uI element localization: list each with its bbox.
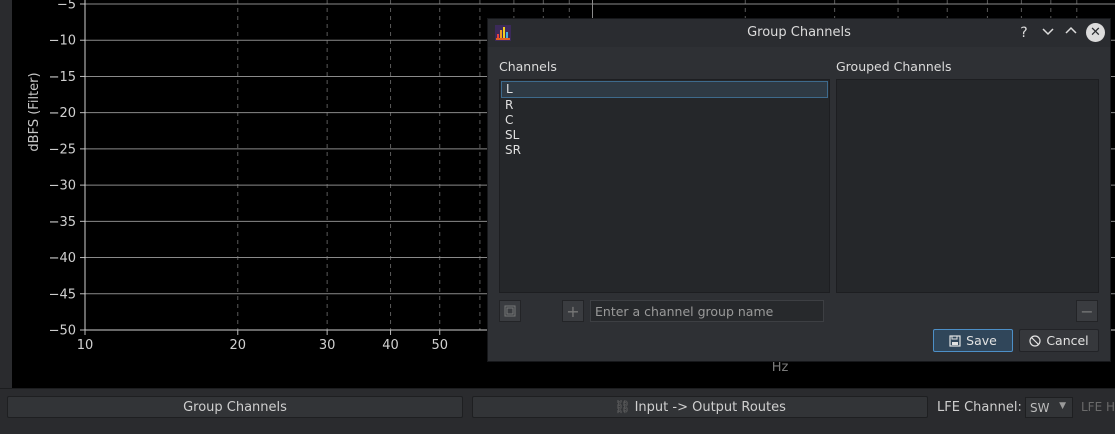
maximize-button[interactable]	[1061, 23, 1081, 43]
y-tick-label: −35	[49, 215, 76, 230]
group-icon	[504, 305, 516, 317]
lfe-channel-value: SW	[1030, 400, 1050, 415]
cancel-icon	[1029, 334, 1041, 347]
help-button[interactable]: ?	[1014, 23, 1034, 43]
x-tick-label: 10	[77, 338, 94, 353]
grouped-channels-label: Grouped Channels	[836, 59, 952, 74]
channels-label: Channels	[499, 59, 557, 74]
dialog-titlebar[interactable]: Group Channels ? ✕	[488, 19, 1110, 47]
y-tick-label: −25	[49, 142, 76, 157]
y-axis-label: dBFS (Filter)	[27, 72, 42, 151]
close-button[interactable]: ✕	[1086, 23, 1105, 42]
channel-item[interactable]: SL	[501, 128, 828, 143]
y-tick-label: −45	[49, 287, 76, 302]
x-axis-label: Hz	[772, 360, 789, 375]
group-channels-button[interactable]: Group Channels	[7, 396, 463, 418]
x-tick-label: 30	[319, 338, 336, 353]
minus-icon: −	[1080, 301, 1094, 321]
channel-item[interactable]: C	[501, 113, 828, 128]
channel-item[interactable]: SR	[501, 143, 828, 158]
ungroup-button[interactable]	[499, 300, 521, 322]
y-tick-label: −5	[57, 0, 76, 13]
remove-group-button[interactable]: −	[1076, 300, 1098, 322]
link-icon: ⛓	[614, 399, 631, 415]
add-group-button[interactable]: +	[562, 300, 584, 322]
group-name-input[interactable]	[590, 300, 824, 322]
y-tick-label: −30	[49, 179, 76, 194]
cancel-button[interactable]: Cancel	[1019, 329, 1099, 352]
close-icon: ✕	[1090, 25, 1101, 40]
channel-item[interactable]: R	[501, 98, 828, 113]
cancel-label: Cancel	[1046, 333, 1089, 348]
lfe-channel-select[interactable]: SW ▼	[1025, 397, 1073, 418]
x-tick-label: 50	[431, 338, 448, 353]
routes-label: Input -> Output Routes	[634, 399, 786, 415]
save-label: Save	[966, 333, 997, 348]
chevron-up-icon	[1065, 26, 1077, 34]
lfe-h-label: LFE H	[1081, 400, 1115, 414]
y-tick-label: −10	[49, 34, 76, 49]
input-output-routes-button[interactable]: ⛓ Input -> Output Routes	[472, 396, 928, 418]
x-tick-label: 40	[382, 338, 399, 353]
channels-list[interactable]: L R C SL SR	[499, 79, 830, 293]
y-tick-label: −50	[49, 324, 76, 339]
group-channels-label: Group Channels	[183, 399, 287, 415]
chevron-down-icon: ▼	[1059, 401, 1066, 411]
y-tick-label: −20	[49, 106, 76, 121]
save-icon	[949, 334, 961, 347]
y-tick-label: −15	[49, 70, 76, 85]
grouped-channels-list[interactable]	[836, 79, 1099, 293]
minimize-button[interactable]	[1038, 23, 1058, 43]
y-tick-label: −40	[49, 251, 76, 266]
group-channels-dialog: Group Channels ? ✕ Channels Grouped Chan…	[487, 18, 1111, 362]
plus-icon: +	[566, 301, 580, 321]
chevron-down-icon	[1042, 28, 1054, 36]
lfe-channel-label: LFE Channel:	[937, 400, 1022, 415]
save-button[interactable]: Save	[933, 329, 1013, 352]
channel-item[interactable]: L	[501, 81, 828, 98]
x-tick-label: 20	[229, 338, 246, 353]
